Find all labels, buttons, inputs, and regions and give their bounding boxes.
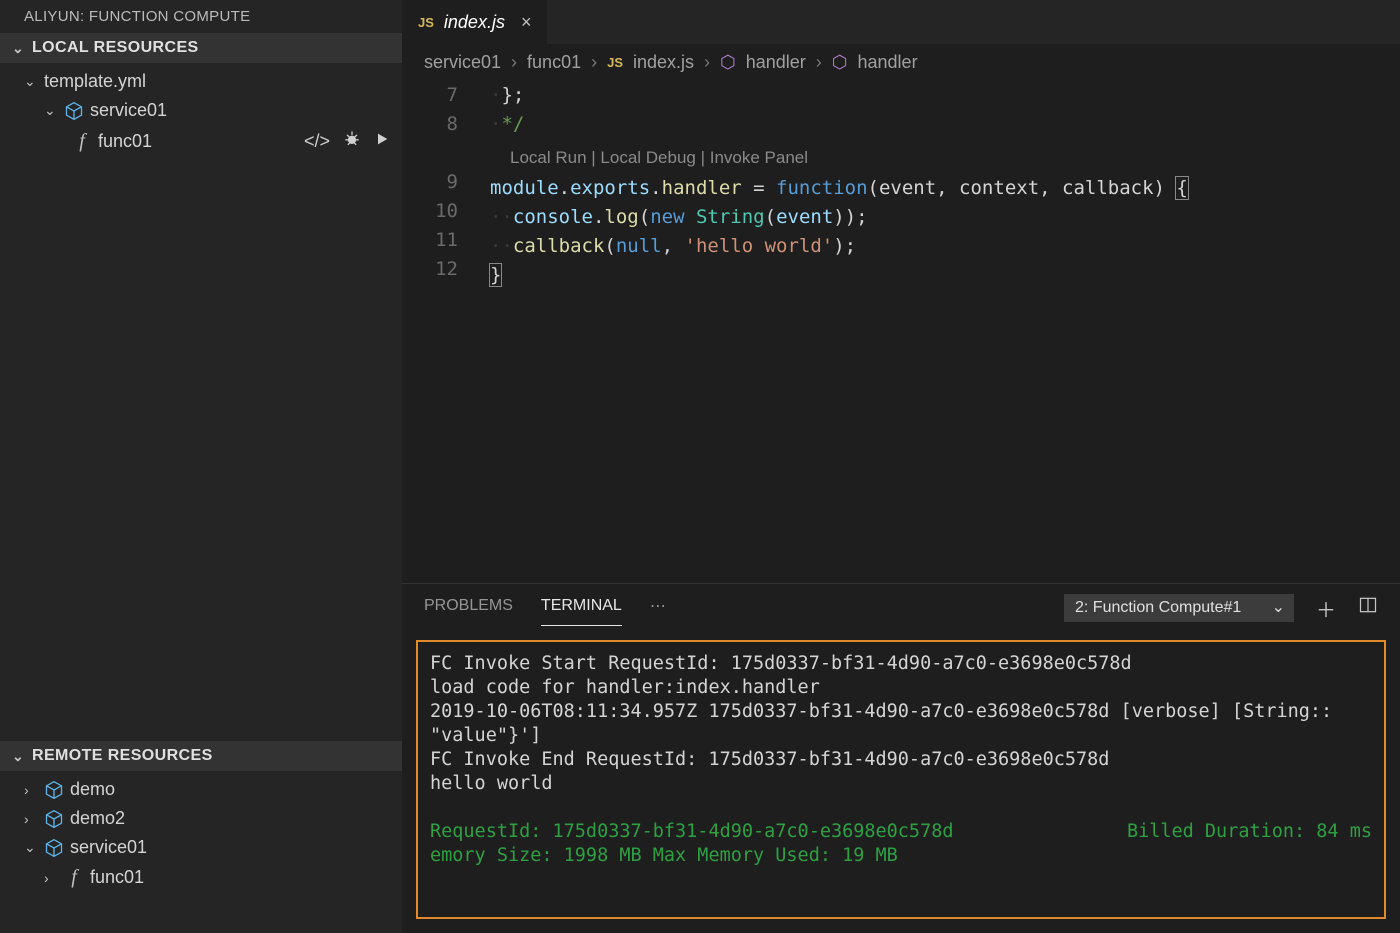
service-icon [44,809,64,829]
extension-title: ALIYUN: FUNCTION COMPUTE [0,0,402,33]
tree-item-demo[interactable]: › demo [0,775,402,804]
chevron-right-icon: › [591,52,597,73]
chevron-right-icon: › [704,52,710,73]
terminal-dropdown[interactable]: 2: Function Compute#1 [1064,594,1294,622]
js-badge-icon: JS [607,55,623,70]
local-tree: ⌄ template.yml ⌄ service01 f func01 </> [0,63,402,162]
tree-item-remote-func01[interactable]: › f func01 [0,862,402,893]
gutter: 7 8 9 10 11 12 [402,81,474,583]
main-area: JS index.js × service01 › func01 › JS in… [402,0,1400,933]
tab-problems[interactable]: PROBLEMS [424,591,513,625]
chevron-down-icon: ⌄ [24,73,38,90]
run-icon[interactable] [374,131,390,152]
editor[interactable]: 7 8 9 10 11 12 ·}; ·*/ Local Run | Local… [402,81,1400,583]
chevron-down-icon: ⌄ [12,748,26,765]
chevron-right-icon: › [816,52,822,73]
remote-resources-label: REMOTE RESOURCES [32,747,213,765]
split-icon[interactable] [1358,595,1378,621]
remote-func01-label: func01 [90,867,144,888]
service-label: service01 [90,100,167,121]
breadcrumb-symbol-2[interactable]: handler [858,52,918,73]
local-resources-header[interactable]: ⌄ LOCAL RESOURCES [0,33,402,63]
symbol-icon: ⬡ [720,52,736,73]
tree-item-service[interactable]: ⌄ service01 [0,96,402,125]
code-icon[interactable]: </> [304,131,330,152]
chevron-right-icon: › [24,811,38,827]
code-line: } [490,261,1400,290]
terminal-line: hello world [430,772,1372,796]
tree-item-demo2[interactable]: › demo2 [0,804,402,833]
sidebar: ALIYUN: FUNCTION COMPUTE ⌄ LOCAL RESOURC… [0,0,402,933]
tab-terminal[interactable]: TERMINAL [541,591,622,626]
panel-tabs: PROBLEMS TERMINAL ⋯ 2: Function Compute#… [402,584,1400,626]
breadcrumb-func[interactable]: func01 [527,52,581,73]
symbol-icon: ⬡ [832,52,848,73]
close-icon[interactable]: × [521,12,532,33]
line-number: 8 [402,110,458,139]
js-badge-icon: JS [418,15,434,30]
terminal-line: 2019-10-06T08:11:34.957Z 175d0337-bf31-4… [430,700,1372,748]
remote-tree: › demo › demo2 ⌄ service01 › f func01 [0,771,402,933]
terminal-line: emory Size: 1998 MB Max Memory Used: 19 … [430,844,1372,868]
template-file-label: template.yml [44,71,146,92]
chevron-down-icon: ⌄ [12,40,26,57]
tab-index-js[interactable]: JS index.js × [402,0,547,44]
codelens[interactable]: Local Run | Local Debug | Invoke Panel [510,143,1400,172]
function-actions: </> [304,129,390,154]
code-text: }; [501,84,524,106]
bottom-panel: PROBLEMS TERMINAL ⋯ 2: Function Compute#… [402,583,1400,933]
local-resources-label: LOCAL RESOURCES [32,39,199,57]
tree-item-function[interactable]: f func01 </> [0,125,402,158]
code-line: ··callback(null, 'hello world'); [490,232,1400,261]
terminal-output[interactable]: FC Invoke Start RequestId: 175d0337-bf31… [416,640,1386,919]
chevron-right-icon: › [24,782,38,798]
breadcrumb-file[interactable]: index.js [633,52,694,73]
breadcrumb[interactable]: service01 › func01 › JS index.js › ⬡ han… [402,44,1400,81]
tree-item-template[interactable]: ⌄ template.yml [0,67,402,96]
code-line: ··console.log(new String(event)); [490,203,1400,232]
demo2-label: demo2 [70,808,125,829]
code-line: module.exports.handler = function(event,… [490,174,1400,203]
plus-icon[interactable]: ＋ [1316,594,1336,623]
code-area[interactable]: ·}; ·*/ Local Run | Local Debug | Invoke… [490,81,1400,290]
more-icon[interactable]: ⋯ [650,590,666,626]
remote-resources-header[interactable]: ⌄ REMOTE RESOURCES [0,741,402,771]
line-number: 12 [402,255,458,284]
code-text: */ [501,113,524,135]
function-icon: f [72,130,92,153]
tabbar: JS index.js × [402,0,1400,44]
breadcrumb-symbol-1[interactable]: handler [746,52,806,73]
service-icon [44,838,64,858]
breadcrumb-service[interactable]: service01 [424,52,501,73]
service-icon [64,101,84,121]
tab-filename: index.js [444,12,505,33]
remote-service01-label: service01 [70,837,147,858]
chevron-right-icon: › [44,870,58,886]
tree-item-remote-service01[interactable]: ⌄ service01 [0,833,402,862]
line-number: 10 [402,197,458,226]
terminal-line: RequestId: 175d0337-bf31-4d90-a7c0-e3698… [430,820,953,844]
function-icon: f [64,866,84,889]
line-number: 9 [402,168,458,197]
terminal-line: load code for handler:index.handler [430,676,1372,700]
service-icon [44,780,64,800]
chevron-down-icon: ⌄ [24,839,38,856]
chevron-down-icon: ⌄ [44,102,58,119]
chevron-right-icon: › [511,52,517,73]
terminal-line: FC Invoke End RequestId: 175d0337-bf31-4… [430,748,1372,772]
terminal-line: Billed Duration: 84 ms [1127,820,1372,844]
terminal-line: FC Invoke Start RequestId: 175d0337-bf31… [430,652,1372,676]
function-label: func01 [98,131,152,152]
line-number: 11 [402,226,458,255]
line-number: 7 [402,81,458,110]
debug-icon[interactable] [342,129,362,154]
demo-label: demo [70,779,115,800]
